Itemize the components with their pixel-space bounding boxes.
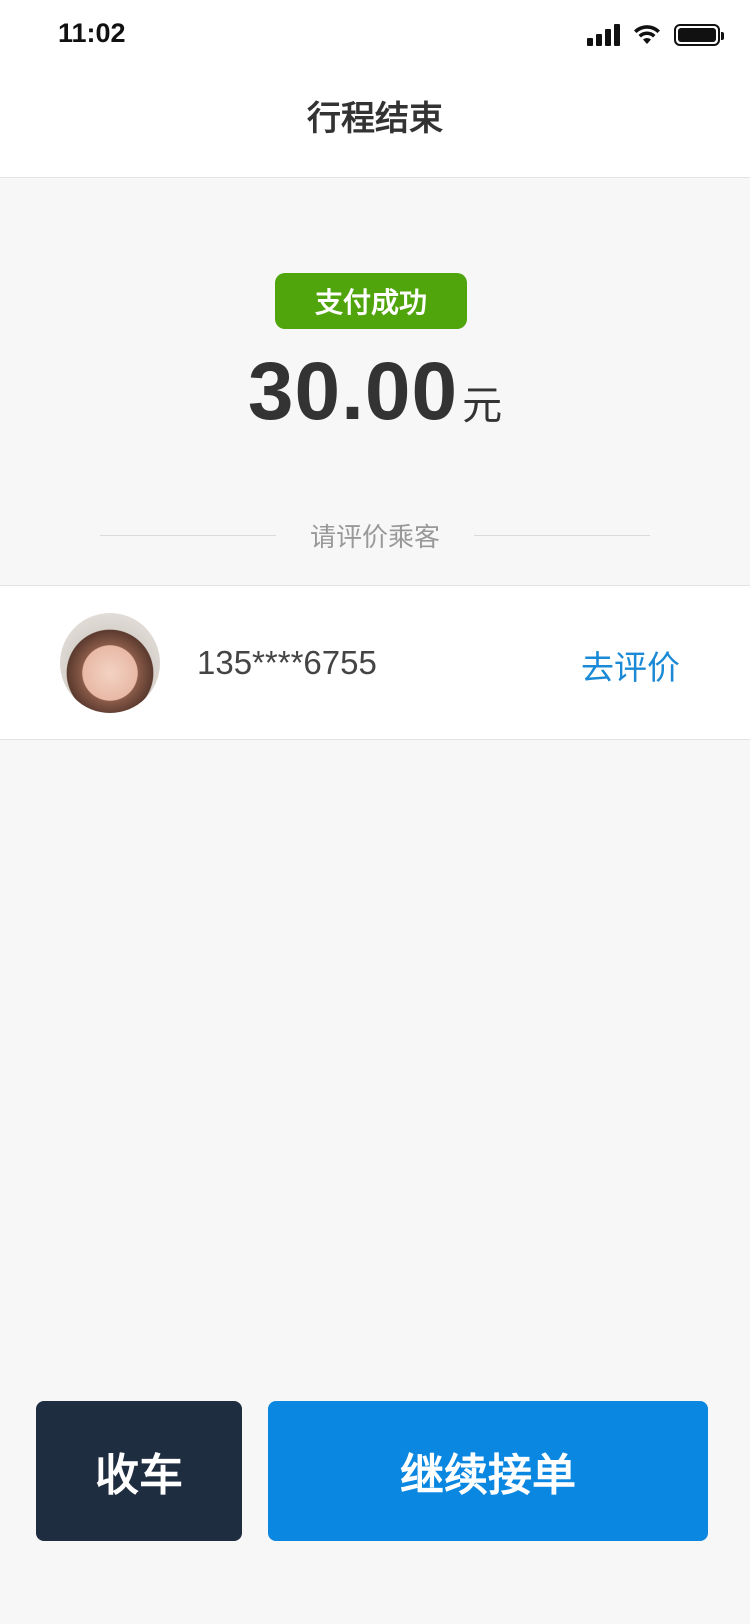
stop-service-button[interactable]: 收车 xyxy=(36,1401,242,1541)
wifi-icon xyxy=(634,25,660,44)
rate-passenger-label: 请评价乘客 xyxy=(310,522,441,553)
status-time: 11:02 xyxy=(58,18,126,48)
passenger-row: 135****6755 去评价 xyxy=(0,585,750,740)
rate-passenger-divider: 请评价乘客 xyxy=(100,515,651,555)
rate-passenger-link[interactable]: 去评价 xyxy=(581,641,680,689)
nav-bar: 行程结束 xyxy=(0,70,750,178)
amount-unit: 元 xyxy=(462,383,503,429)
payment-success-badge: 支付成功 xyxy=(275,273,467,329)
continue-orders-button[interactable]: 继续接单 xyxy=(268,1401,708,1541)
passenger-avatar xyxy=(60,613,160,713)
status-bar: 11:02 xyxy=(0,0,750,70)
cellular-signal-icon xyxy=(587,24,620,46)
amount-value: 30.00 xyxy=(247,346,459,437)
status-icons xyxy=(587,22,724,48)
divider-line-left xyxy=(100,534,276,536)
passenger-phone: 135****6755 xyxy=(197,644,377,681)
page-title: 行程结束 xyxy=(307,99,443,139)
divider-line-right xyxy=(474,534,651,536)
payment-amount: 30.00 元 xyxy=(0,345,750,439)
battery-icon xyxy=(674,24,724,46)
